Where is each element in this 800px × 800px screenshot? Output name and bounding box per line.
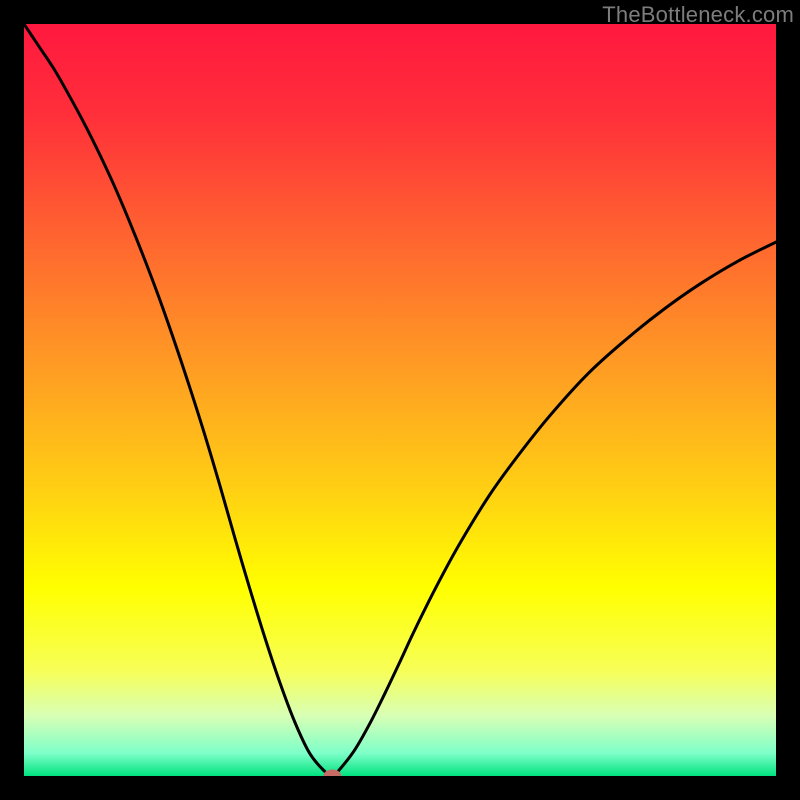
chart-frame: [24, 24, 776, 776]
watermark-text: TheBottleneck.com: [602, 2, 794, 28]
bottleneck-chart: [24, 24, 776, 776]
